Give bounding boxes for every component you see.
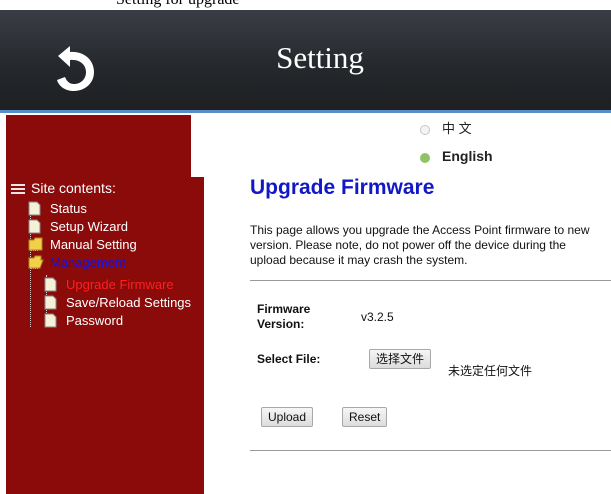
- page-title: Upgrade Firmware: [250, 176, 435, 199]
- page-header-title: Setting: [276, 40, 364, 75]
- page-icon: [44, 277, 57, 292]
- sidebar-root-label: Site contents:: [31, 180, 116, 196]
- divider-top: [250, 280, 611, 281]
- radio-icon[interactable]: [420, 124, 430, 135]
- select-file-label: Select File:: [257, 352, 321, 366]
- sidebar-item-label: Management: [50, 255, 126, 270]
- language-option-english[interactable]: English: [420, 148, 493, 164]
- choose-file-button[interactable]: 选择文件: [369, 349, 432, 369]
- language-option-chinese[interactable]: 中 文: [420, 118, 472, 137]
- sidebar-item-label: Password: [66, 313, 124, 328]
- sidebar-item-label: Manual Setting: [50, 237, 137, 252]
- page-description: This page allows you upgrade the Access …: [250, 223, 590, 267]
- page-icon: [28, 219, 41, 234]
- sidebar-item-label: Save/Reload Settings: [66, 295, 192, 310]
- back-button[interactable]: [50, 42, 102, 94]
- page-icon: [28, 201, 41, 216]
- reset-button[interactable]: Reset: [342, 407, 388, 427]
- folder-icon: [28, 237, 43, 251]
- app-header: Setting: [0, 10, 611, 112]
- back-arrow-icon: [57, 46, 94, 91]
- sidebar-item-label: Upgrade Firmware: [66, 277, 174, 292]
- page-icon: [44, 313, 57, 328]
- tree-root-icon: [11, 184, 25, 194]
- no-file-selected-text: 未选定任何文件: [448, 364, 533, 378]
- language-label: 中 文: [442, 121, 472, 136]
- language-label: English: [442, 148, 493, 164]
- folder-open-icon: [28, 255, 44, 269]
- sidebar-top-block: [6, 115, 191, 177]
- sidebar-tree: Site contents: Status Setup Wizard Manua…: [6, 177, 204, 494]
- header-accent-line: [0, 110, 611, 113]
- page-icon: [44, 295, 57, 310]
- firmware-version-value: v3.2.5: [361, 310, 394, 324]
- sidebar-item-label: Setup Wizard: [50, 219, 129, 234]
- divider-bottom: [250, 450, 611, 451]
- radio-selected-icon[interactable]: [420, 152, 430, 163]
- top-caption: Setting for upgrade: [0, 0, 611, 10]
- firmware-version-label: Firmware Version:: [257, 302, 311, 331]
- sidebar-item-label: Status: [50, 201, 87, 216]
- upload-button[interactable]: Upload: [261, 407, 314, 427]
